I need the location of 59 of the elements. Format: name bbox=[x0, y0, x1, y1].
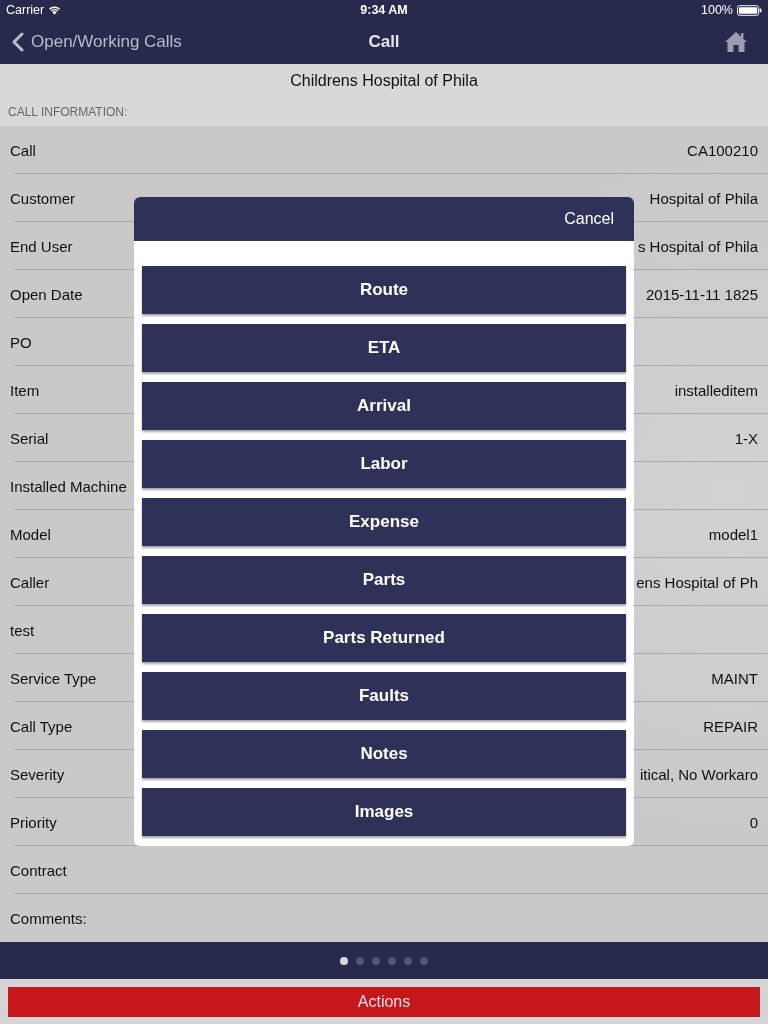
page-dot-icon[interactable] bbox=[356, 956, 364, 965]
action-button[interactable]: Arrival bbox=[142, 382, 626, 430]
field-value: itical, No Workaro bbox=[639, 765, 758, 783]
nav-title: Call bbox=[368, 32, 400, 52]
wifi-icon bbox=[48, 5, 62, 15]
field-label: Serial bbox=[10, 429, 49, 447]
field-label: Caller bbox=[10, 573, 50, 591]
field-label: Customer bbox=[10, 189, 76, 207]
field-value: ens Hospital of Ph bbox=[636, 573, 758, 591]
field-label: Call bbox=[10, 141, 36, 159]
field-value: 2015-11-11 1825 bbox=[645, 285, 758, 303]
field-value: model1 bbox=[708, 525, 758, 543]
action-button[interactable]: Labor bbox=[142, 440, 626, 488]
field-value: 1-X bbox=[734, 429, 758, 447]
section-title: CALL INFORMATION: bbox=[8, 105, 128, 119]
field-value: CA100210 bbox=[687, 141, 758, 159]
field-value: 0 bbox=[749, 813, 758, 831]
field-label: Priority bbox=[10, 813, 57, 831]
action-button[interactable]: Route bbox=[142, 266, 626, 314]
page-dot-icon[interactable] bbox=[340, 956, 348, 965]
home-button[interactable] bbox=[724, 31, 748, 53]
field-label: Item bbox=[10, 381, 40, 399]
back-link[interactable]: Open/Working Calls bbox=[12, 32, 182, 52]
home-icon bbox=[724, 31, 748, 53]
chevron-left-icon bbox=[12, 32, 24, 52]
field-value: s Hospital of Phila bbox=[637, 237, 758, 255]
field-label: Open Date bbox=[10, 285, 83, 303]
carrier-text: Carrier bbox=[6, 3, 45, 17]
action-button[interactable]: Images bbox=[142, 788, 626, 836]
action-button[interactable]: Faults bbox=[142, 672, 626, 720]
battery-percent: 100% bbox=[701, 3, 733, 17]
field-label: PO bbox=[10, 333, 32, 351]
field-label: Contract bbox=[10, 861, 67, 879]
clock-text: 9:34 AM bbox=[360, 3, 408, 17]
field-label: Model bbox=[10, 525, 51, 543]
field-label: Comments: bbox=[10, 909, 87, 927]
page-dot-icon[interactable] bbox=[372, 956, 380, 965]
field-value: REPAIR bbox=[703, 717, 758, 735]
field-value: MAINT bbox=[711, 669, 758, 687]
action-button[interactable]: Notes bbox=[142, 730, 626, 778]
field-label: Severity bbox=[10, 765, 65, 783]
field-label: Call Type bbox=[10, 717, 73, 735]
customer-title: Childrens Hospital of Phila bbox=[290, 72, 478, 90]
action-button[interactable]: ETA bbox=[142, 324, 626, 372]
field-value: Hospital of Phila bbox=[649, 189, 758, 207]
actions-button[interactable]: Actions bbox=[8, 987, 760, 1017]
action-button[interactable]: Parts bbox=[142, 556, 626, 604]
field-label: End User bbox=[10, 237, 73, 255]
action-button[interactable]: Parts Returned bbox=[142, 614, 626, 662]
action-button[interactable]: Expense bbox=[142, 498, 626, 546]
page-dot-icon[interactable] bbox=[420, 956, 428, 965]
field-label: test bbox=[10, 621, 35, 639]
field-label: Service Type bbox=[10, 669, 97, 687]
page-dot-icon[interactable] bbox=[404, 956, 412, 965]
cancel-button[interactable]: Cancel bbox=[564, 210, 614, 228]
battery-icon bbox=[737, 4, 762, 16]
field-value: installeditem bbox=[674, 381, 758, 399]
field-label: Installed Machine bbox=[10, 477, 127, 495]
page-dot-icon[interactable] bbox=[388, 956, 396, 965]
